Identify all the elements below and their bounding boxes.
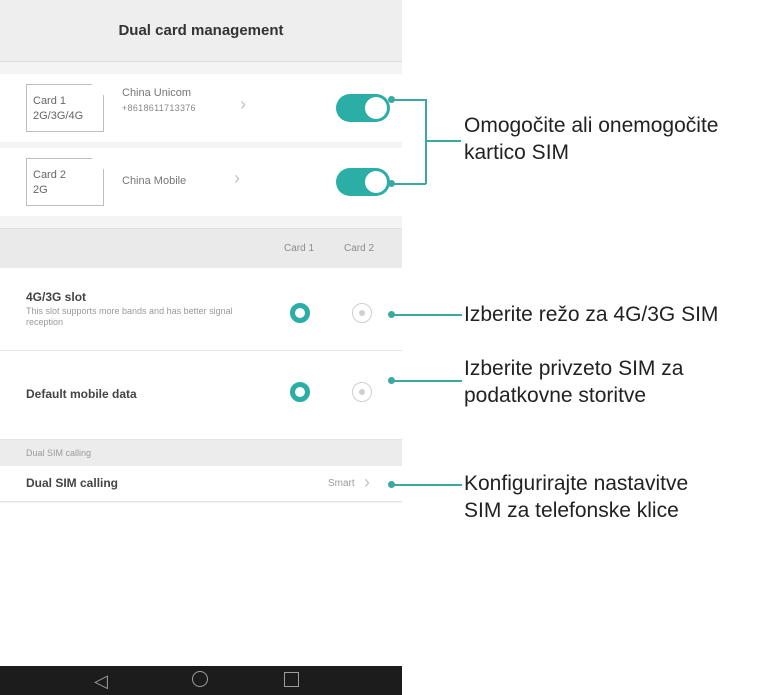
section-header: Dual SIM calling — [0, 440, 402, 466]
dual-sim-calling-row[interactable]: Dual SIM calling Smart › — [0, 466, 402, 502]
slot-setting-row: 4G/3G slot This slot supports more bands… — [0, 268, 402, 351]
callout-dual-calling: Konfigurirajte nastavitve SIM za telefon… — [464, 470, 688, 524]
chevron-right-icon[interactable]: › — [240, 94, 246, 115]
callout-line: Omogočite ali onemogočite — [464, 114, 719, 137]
sim-card-icon: Card 2 2G — [26, 158, 104, 206]
leader-line — [392, 314, 462, 316]
section-header-label: Dual SIM calling — [26, 448, 92, 458]
back-icon[interactable]: ◁ — [94, 672, 108, 690]
dual-sim-calling-value: Smart — [328, 478, 355, 489]
callout-line: kartico SIM — [464, 141, 570, 164]
sim-network-label: 2G — [33, 184, 48, 196]
navigation-bar: ◁ — [0, 666, 402, 695]
toggle-knob — [365, 171, 387, 193]
slot-setting-title: 4G/3G slot — [26, 290, 87, 304]
callout-line: podatkovne storitve — [464, 384, 647, 407]
carrier-number: +8618611713376 — [122, 103, 196, 113]
mobile-data-card-1-radio[interactable] — [290, 382, 310, 402]
column-card-1: Card 1 — [284, 243, 315, 254]
leader-line — [392, 484, 462, 486]
sim-slot-label: Card 1 — [33, 95, 67, 107]
leader-line — [392, 183, 426, 185]
chevron-right-icon[interactable]: › — [234, 168, 240, 189]
chevron-right-icon[interactable]: › — [364, 472, 370, 493]
slot-card-2-radio[interactable] — [352, 303, 372, 323]
toggle-knob — [365, 97, 387, 119]
slot-card-1-radio[interactable] — [290, 303, 310, 323]
sim-network-label: 2G/3G/4G — [33, 110, 84, 122]
sim-card-row-1: Card 1 2G/3G/4G China Unicom +8618611713… — [0, 74, 402, 142]
carrier-name: China Mobile — [122, 175, 187, 187]
column-card-2: Card 2 — [344, 243, 375, 254]
empty-area — [0, 503, 402, 666]
carrier-info[interactable]: China Mobile — [122, 174, 186, 189]
callout-sim-toggle: Omogočite ali onemogočite kartico SIM — [464, 112, 718, 166]
sim-card-row-2: Card 2 2G China Mobile › — [0, 148, 402, 216]
slot-setting-description: This slot supports more bands and has be… — [26, 306, 233, 327]
sim-1-toggle[interactable] — [336, 94, 390, 122]
leader-line — [425, 140, 461, 142]
home-icon[interactable] — [192, 671, 208, 687]
callout-line: Konfigurirajte nastavitve — [464, 472, 689, 495]
mobile-data-title: Default mobile data — [26, 387, 137, 401]
callout-slot: Izberite režo za 4G/3G SIM — [464, 301, 718, 328]
page-title: Dual card management — [0, 0, 402, 62]
dual-sim-calling-title: Dual SIM calling — [26, 476, 119, 490]
leader-line — [392, 99, 426, 101]
leader-line — [425, 99, 427, 184]
callout-line: Izberite režo za 4G/3G SIM — [464, 303, 719, 326]
carrier-info[interactable]: China Unicom +8618611713376 — [122, 86, 196, 116]
callout-mobile-data: Izberite privzeto SIM za podatkovne stor… — [464, 355, 683, 409]
callout-line: Izberite privzeto SIM za — [464, 357, 684, 380]
mobile-data-row: Default mobile data — [0, 351, 402, 440]
carrier-name: China Unicom — [122, 87, 192, 99]
leader-line — [392, 380, 462, 382]
sim-slot-label: Card 2 — [33, 169, 67, 181]
mobile-data-card-2-radio[interactable] — [352, 382, 372, 402]
callout-line: SIM za telefonske klice — [464, 499, 679, 522]
sim-card-icon: Card 1 2G/3G/4G — [26, 84, 104, 132]
phone-screen: Dual card management Card 1 2G/3G/4G Chi… — [0, 0, 402, 695]
column-header-band: Card 1 Card 2 — [0, 228, 402, 268]
recents-icon[interactable] — [284, 672, 299, 687]
sim-2-toggle[interactable] — [336, 168, 390, 196]
